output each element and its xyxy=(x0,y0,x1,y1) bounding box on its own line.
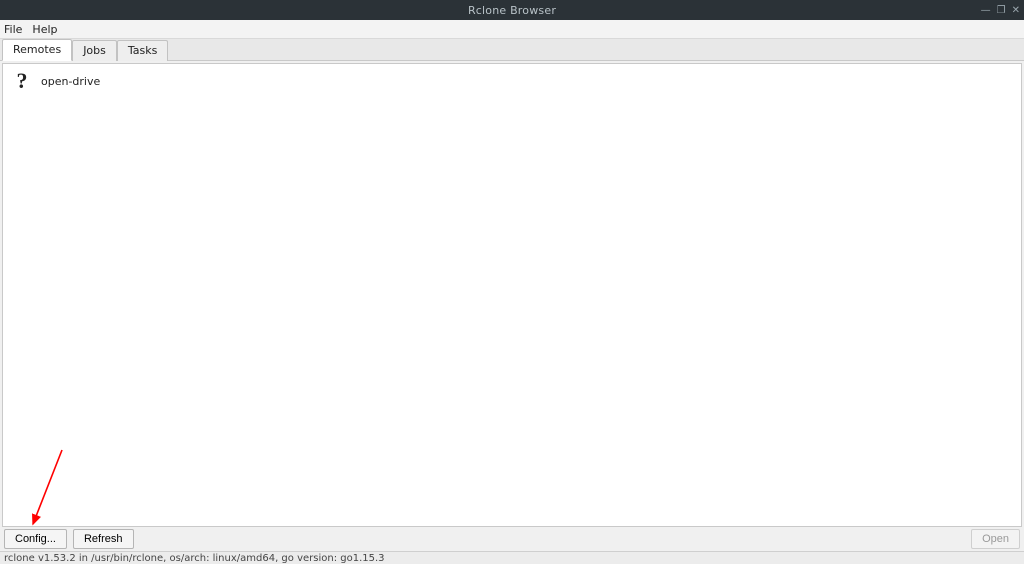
tab-label: Remotes xyxy=(13,43,61,56)
tab-tasks[interactable]: Tasks xyxy=(117,40,168,61)
close-button[interactable]: ✕ xyxy=(1012,5,1020,16)
menu-file[interactable]: File xyxy=(4,23,22,36)
tab-jobs[interactable]: Jobs xyxy=(72,40,117,61)
menu-help[interactable]: Help xyxy=(32,23,57,36)
tabbar: Remotes Jobs Tasks xyxy=(0,39,1024,61)
window-controls: — ❐ ✕ xyxy=(981,5,1020,16)
remotes-list[interactable]: ? open-drive xyxy=(2,63,1022,527)
titlebar: Rclone Browser — ❐ ✕ xyxy=(0,0,1024,20)
refresh-button[interactable]: Refresh xyxy=(73,529,134,549)
maximize-button[interactable]: ❐ xyxy=(997,5,1006,16)
statusbar: rclone v1.53.2 in /usr/bin/rclone, os/ar… xyxy=(0,551,1024,564)
status-text: rclone v1.53.2 in /usr/bin/rclone, os/ar… xyxy=(4,553,385,564)
remote-name: open-drive xyxy=(41,75,100,88)
tab-remotes[interactable]: Remotes xyxy=(2,39,72,61)
tab-label: Tasks xyxy=(128,44,157,57)
minimize-button[interactable]: — xyxy=(981,5,991,16)
tab-label: Jobs xyxy=(83,44,106,57)
remote-item[interactable]: ? open-drive xyxy=(3,64,1021,98)
question-icon: ? xyxy=(11,70,33,92)
open-button[interactable]: Open xyxy=(971,529,1020,549)
config-button[interactable]: Config... xyxy=(4,529,67,549)
menubar: File Help xyxy=(0,20,1024,39)
button-row: Config... Refresh Open xyxy=(0,527,1024,551)
window-title: Rclone Browser xyxy=(0,4,1024,17)
